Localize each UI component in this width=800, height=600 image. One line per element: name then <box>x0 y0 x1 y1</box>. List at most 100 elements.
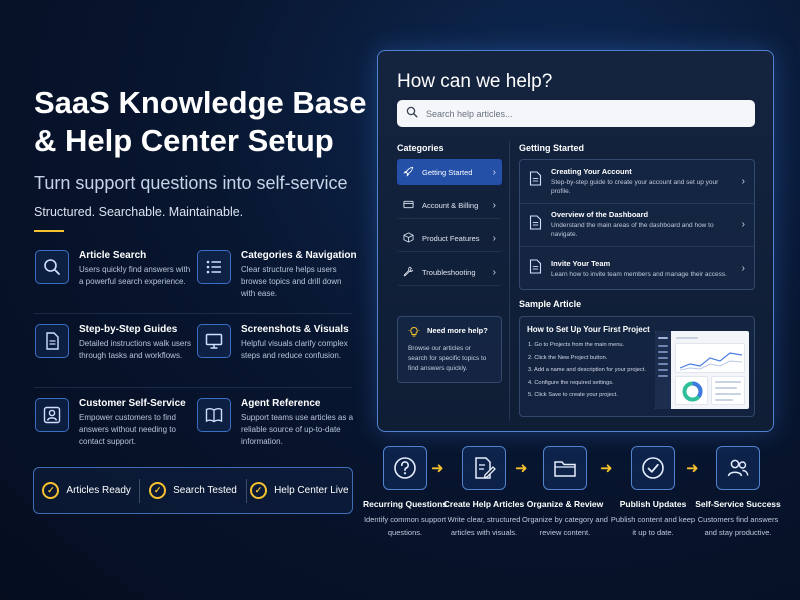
workflow-step-publish-updates: Publish Updates Publish content and keep… <box>608 446 698 539</box>
feature-desc: Clear structure helps users browse topic… <box>241 265 342 298</box>
sample-article: How to Set Up Your First Project 1. Go t… <box>519 316 755 417</box>
feature-title: Step-by-Step Guides <box>79 324 178 335</box>
workflow-title: Recurring Questions <box>362 499 448 509</box>
credit-card-icon <box>403 199 414 212</box>
page-subtitle: Turn support questions into self-service <box>34 173 348 193</box>
feature-title: Screenshots & Visuals <box>241 324 349 335</box>
help-center-panel: How can we help? Categories Getting Star… <box>377 50 774 432</box>
article-item[interactable]: Invite Your Team Learn how to invite team… <box>520 247 754 291</box>
user-icon <box>35 398 69 432</box>
step-item: 3. Add a name and description for your p… <box>528 367 646 373</box>
rocket-icon <box>403 166 414 179</box>
workflow-desc: Organize by category and review content. <box>522 515 608 537</box>
feature-screenshots-visuals: Screenshots & Visuals Helpful visuals cla… <box>197 324 357 362</box>
workflow-title: Organize & Review <box>526 499 604 509</box>
screenshot-nav-item <box>658 351 668 353</box>
feature-agent-reference: Agent Reference Support teams use article… <box>197 398 357 448</box>
document-icon <box>35 324 69 358</box>
document-icon <box>529 259 542 279</box>
need-help-box: Need more help? Browse our articles or s… <box>397 316 502 383</box>
tagline: Structured. Searchable. Maintainable. <box>34 205 244 219</box>
wrench-icon <box>403 266 414 279</box>
category-getting-started[interactable]: Getting Started › <box>397 159 502 185</box>
dashboard-screenshot <box>655 331 749 409</box>
sample-article-heading: Sample Article <box>519 299 582 309</box>
chevron-right-icon: › <box>492 166 496 178</box>
status-bar: ✓ Articles Ready ✓ Search Tested ✓ Help Cen… <box>33 467 353 514</box>
feature-customer-self-service: Customer Self-Service Empower customers t… <box>35 398 195 448</box>
feature-step-by-step-guides: Step-by-Step Guides Detailed instructions… <box>35 324 195 362</box>
screenshot-table-card <box>711 376 745 405</box>
step-item: 1. Go to Projects from the main menu. <box>528 342 625 348</box>
check-icon: ✓ <box>250 482 268 499</box>
document-icon <box>529 171 542 191</box>
categories-heading: Categories <box>397 143 444 153</box>
status-item: ✓ Articles Ready <box>34 482 139 499</box>
question-icon <box>383 446 427 490</box>
feature-title: Article Search <box>79 250 147 261</box>
need-help-title: Need more help? <box>427 326 488 335</box>
screenshot-nav-item <box>658 337 668 339</box>
monitor-icon <box>197 324 231 358</box>
feature-categories-navigation: Categories & Navigation Clear structure h… <box>197 250 357 300</box>
list-icon <box>197 250 231 284</box>
workflow-desc: Write clear, structured articles with vi… <box>447 515 521 537</box>
feature-title: Customer Self-Service <box>79 398 186 409</box>
step-item: 5. Click Save to create your project. <box>528 392 618 398</box>
screenshot-header <box>676 337 698 339</box>
edit-document-icon <box>462 446 506 490</box>
accent-divider <box>34 230 64 232</box>
search-icon <box>35 250 69 284</box>
sample-article-title: How to Set Up Your First Project <box>527 325 650 334</box>
status-item: ✓ Search Tested <box>140 482 245 499</box>
chevron-right-icon: › <box>741 219 745 231</box>
screenshot-nav-item <box>658 345 668 347</box>
check-icon: ✓ <box>42 482 60 499</box>
workflow-step-self-service-success: Self-Service Success Customers find answ… <box>693 446 783 539</box>
feature-desc: Support teams use articles as a reliable… <box>241 413 354 446</box>
search-icon <box>406 105 418 123</box>
chevron-right-icon: › <box>741 263 745 275</box>
workflow-title: Self-Service Success <box>695 499 781 509</box>
book-icon <box>197 398 231 432</box>
category-account-billing[interactable]: Account & Billing › <box>397 193 502 219</box>
workflow-title: Create Help Articles <box>443 499 525 509</box>
article-item[interactable]: Creating Your Account Step-by-step guide … <box>520 160 754 204</box>
workflow-desc: Publish content and keep it up to date. <box>610 515 696 537</box>
status-item: ✓ Help Center Live <box>247 482 352 499</box>
need-help-desc: Browse our articles or search for specif… <box>408 345 487 372</box>
step-item: 2. Click the New Project button. <box>528 354 608 361</box>
feature-title: Categories & Navigation <box>241 250 357 261</box>
document-icon <box>529 215 542 235</box>
search-input[interactable] <box>426 108 726 119</box>
check-circle-icon <box>631 446 675 490</box>
screenshot-nav-item <box>658 363 668 365</box>
article-item[interactable]: Overview of the Dashboard Understand the … <box>520 204 754 247</box>
feature-article-search: Article Search Users quickly find answers… <box>35 250 195 288</box>
workflow-desc: Customers find answers and stay producti… <box>697 515 779 537</box>
search-bar[interactable] <box>397 100 755 127</box>
feature-title: Agent Reference <box>241 398 321 409</box>
divider <box>34 313 352 314</box>
article-list: Creating Your Account Step-by-step guide … <box>519 159 755 290</box>
screenshot-nav-item <box>658 357 668 359</box>
chevron-right-icon: › <box>741 175 745 187</box>
screenshot-line-chart <box>679 352 743 371</box>
category-troubleshooting[interactable]: Troubleshooting › <box>397 260 502 286</box>
category-product-features[interactable]: Product Features › <box>397 226 502 252</box>
screenshot-chart-card <box>675 343 745 373</box>
screenshot-donut-chart <box>682 381 703 402</box>
lightbulb-icon <box>408 325 420 343</box>
feature-desc: Detailed instructions walk users through… <box>79 339 192 360</box>
check-icon: ✓ <box>149 482 167 499</box>
getting-started-heading: Getting Started <box>519 143 585 153</box>
feature-desc: Users quickly find answers with a powerf… <box>79 265 191 286</box>
sample-article-steps: 1. Go to Projects from the main menu. 2.… <box>528 342 653 405</box>
divider <box>34 387 352 388</box>
step-item: 4. Configure the required settings. <box>528 379 614 386</box>
screenshot-donut-card <box>675 376 708 405</box>
feature-desc: Helpful visuals clarify complex steps an… <box>241 339 348 360</box>
screenshot-sidebar <box>655 331 671 409</box>
workflow-title: Publish Updates <box>619 499 687 509</box>
page-title: SaaS Knowledge Base & Help Center Setup <box>34 85 367 158</box>
